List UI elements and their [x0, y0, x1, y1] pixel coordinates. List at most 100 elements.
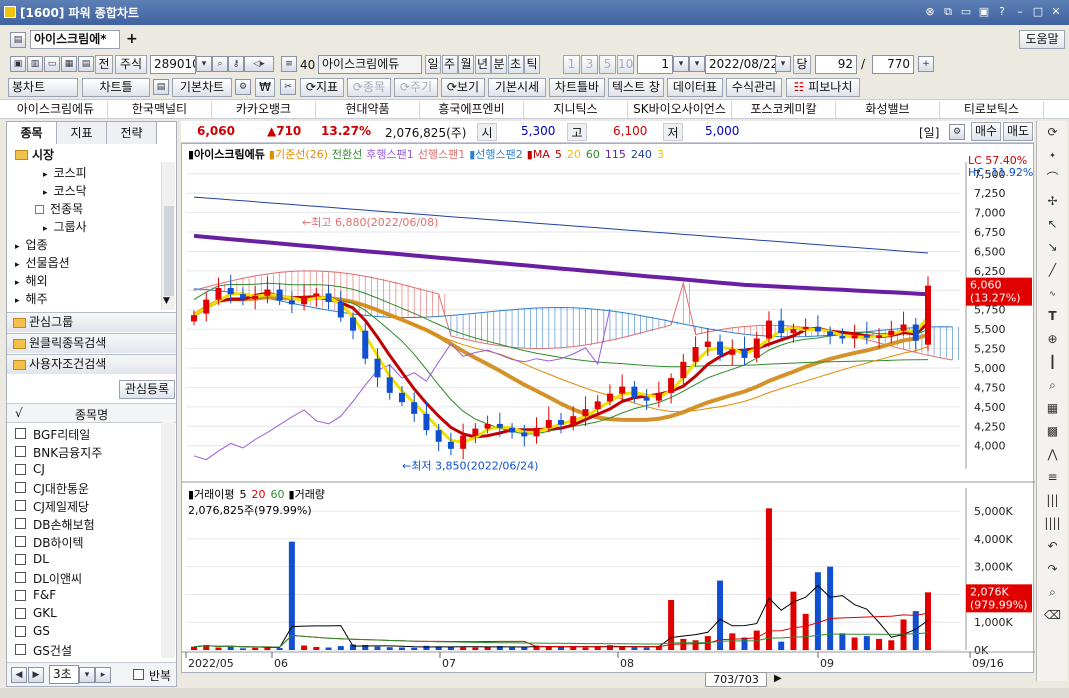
code-dropdown-icon[interactable]: ▾ [196, 56, 212, 72]
interval-field[interactable]: 3초 [49, 665, 79, 684]
stock-code-input[interactable]: 289010 [150, 55, 196, 74]
stock-checkbox[interactable] [15, 500, 26, 511]
period-btn-5[interactable]: 초 [507, 55, 524, 74]
period-button[interactable]: ⟳주기 [394, 78, 438, 97]
basic-quote-button[interactable]: 기본시세 [488, 78, 546, 97]
link-icon[interactable]: ⊗ [923, 4, 937, 19]
interval-select[interactable]: 1 [637, 55, 673, 74]
close-icon[interactable]: ✕ [1049, 4, 1063, 19]
sound-icon[interactable]: ◁▸ [244, 56, 274, 72]
interval-btn-1[interactable]: 3 [581, 55, 598, 74]
pointer-tool-icon[interactable]: ↖ [1043, 215, 1062, 234]
date-input[interactable]: 2022/08/22 [705, 55, 777, 74]
maximize-panel-icon[interactable]: ▣ [977, 4, 991, 19]
tree-scrollbar[interactable] [161, 162, 175, 310]
stock-checkbox[interactable] [15, 536, 26, 547]
period-btn-2[interactable]: 월 [458, 55, 474, 74]
period-btn-1[interactable]: 주 [441, 55, 458, 74]
text-window-button[interactable]: 텍스트 창 [608, 78, 664, 97]
interval-play-icon[interactable]: ▸ [95, 667, 111, 683]
list-scrollbar[interactable] [161, 422, 175, 658]
view-button[interactable]: ⟳보기 [441, 78, 485, 97]
copy-icon[interactable]: ⧉ [941, 4, 955, 19]
tab-indicators[interactable]: 지표 [57, 122, 107, 144]
recent-stock-6[interactable]: SK바이오사이언스 [628, 101, 732, 118]
tab-strategy[interactable]: 전략 [107, 122, 157, 144]
stock-checkbox[interactable] [15, 464, 26, 475]
cursor-tool-icon[interactable]: ✢ [1043, 192, 1062, 211]
stock-list-item[interactable]: CJ대한통운 [33, 480, 89, 497]
stock-checkbox[interactable] [15, 518, 26, 529]
recent-stock-0[interactable]: 아이스크림에듀 [4, 101, 108, 118]
stock-button[interactable]: ⟳종목 [347, 78, 391, 97]
line-chart-tool-icon[interactable]: ⌒ [1043, 169, 1062, 188]
stock-list-item[interactable]: DL [33, 552, 49, 566]
recent-stock-9[interactable]: 티로보틱스 [940, 101, 1044, 118]
chart-settings-icon[interactable]: ⚙ [949, 124, 965, 140]
chart-toolbar-button[interactable]: 차트틀바 [549, 78, 605, 97]
unit-button[interactable]: 당 [793, 55, 811, 74]
tab-list-icon[interactable]: ▤ [10, 32, 26, 48]
text-tool-icon[interactable]: T [1043, 307, 1062, 326]
tree-item-3[interactable]: 전종목 [35, 200, 83, 217]
chart-svg[interactable]: 7,5007,2507,0006,7506,5006,2506,0005,750… [182, 144, 1035, 674]
group-section-0[interactable]: 관심그룹 [7, 312, 176, 332]
count-input[interactable]: 92 [815, 55, 857, 74]
date-dropdown-icon[interactable]: ▾ [775, 56, 791, 72]
tree-item-6[interactable]: ▸ 선물옵션 [15, 254, 70, 271]
stock-list-item[interactable]: GS건설 [33, 642, 72, 659]
stock-checkbox[interactable] [15, 626, 26, 637]
key-icon[interactable]: ⚷ [228, 56, 244, 72]
layout-icon[interactable]: ▭ [959, 4, 973, 19]
tree-item-7[interactable]: ▸ 해외 [15, 272, 48, 289]
minimize-icon[interactable]: – [1013, 4, 1027, 19]
scroll-down-icon[interactable]: ▼ [163, 296, 170, 306]
interval-btn-2[interactable]: 5 [599, 55, 616, 74]
stock-list-item[interactable]: CJ [33, 462, 45, 476]
calendar-icon[interactable]: ▤ [78, 56, 94, 72]
stock-checkbox[interactable] [15, 446, 26, 457]
basic-chart-button[interactable]: 기본차트 [172, 78, 232, 97]
tree-item-5[interactable]: ▸ 업종 [15, 236, 48, 253]
refresh-tool-icon[interactable]: ⟳ [1043, 123, 1062, 142]
recent-stock-1[interactable]: 한국맥널티 [108, 101, 212, 118]
magnify-icon[interactable]: ⌕ [1043, 583, 1062, 602]
tree-item-2[interactable]: ▸ 코스닥 [43, 182, 87, 199]
bars-tool-icon[interactable]: ||| [1043, 491, 1062, 510]
currency-button[interactable]: ₩ [255, 78, 275, 97]
stock-checkbox[interactable] [15, 608, 26, 619]
tree-item-1[interactable]: ▸ 코스피 [43, 164, 87, 181]
new-chart-icon[interactable]: ▣ [10, 56, 26, 72]
scissors-icon[interactable]: ✂ [280, 79, 296, 95]
stock-list-item[interactable]: GS [33, 624, 50, 638]
stock-list-item[interactable]: DB하이텍 [33, 534, 84, 551]
candle-chart-button[interactable]: 봉차트 [8, 78, 78, 97]
interval-btn-0[interactable]: 1 [563, 55, 580, 74]
stock-list-item[interactable]: BGF리테일 [33, 426, 90, 443]
shape-tool-icon[interactable]: ⊕ [1043, 330, 1062, 349]
fibo-tool-icon[interactable]: ≡ [1043, 468, 1062, 487]
interval-btn-3[interactable]: 10 [617, 55, 634, 74]
fibonacci-button[interactable]: ☷ 피보나치 [786, 78, 860, 97]
group-section-2[interactable]: 사용자조건검색 [7, 354, 176, 374]
tab-stocks[interactable]: 종목 [7, 122, 57, 144]
chart-frame-button[interactable]: 차트틀 [82, 78, 150, 97]
stock-name-field[interactable]: 아이스크림에듀 [318, 55, 422, 74]
period-icon[interactable]: ≡ [281, 56, 297, 72]
period-btn-3[interactable]: 년 [474, 55, 491, 74]
help-button[interactable]: 도움말 [1019, 30, 1065, 49]
indicator-button[interactable]: ⟳지표 [300, 78, 344, 97]
recent-stock-8[interactable]: 화성밸브 [836, 101, 940, 118]
chart-area[interactable]: 7,5007,2507,0006,7506,5006,2506,0005,750… [181, 143, 1035, 674]
candle-tool-icon[interactable]: ┃ [1043, 353, 1062, 372]
add-watchlist-button[interactable]: 관심등록 [119, 380, 175, 399]
scroll-forward-icon[interactable]: ▶ [774, 673, 782, 684]
next-icon[interactable]: ▶ [28, 667, 44, 683]
period-btn-0[interactable]: 일 [425, 55, 441, 74]
stock-list-item[interactable]: DL이앤씨 [33, 570, 82, 587]
group-section-1[interactable]: 원클릭종목검색 [7, 333, 176, 353]
help-icon[interactable]: ? [995, 4, 1009, 19]
save-icon[interactable]: ▤ [153, 79, 169, 95]
undo-icon[interactable]: ↶ [1043, 537, 1062, 556]
formula-manage-button[interactable]: 수식관리 [726, 78, 782, 97]
